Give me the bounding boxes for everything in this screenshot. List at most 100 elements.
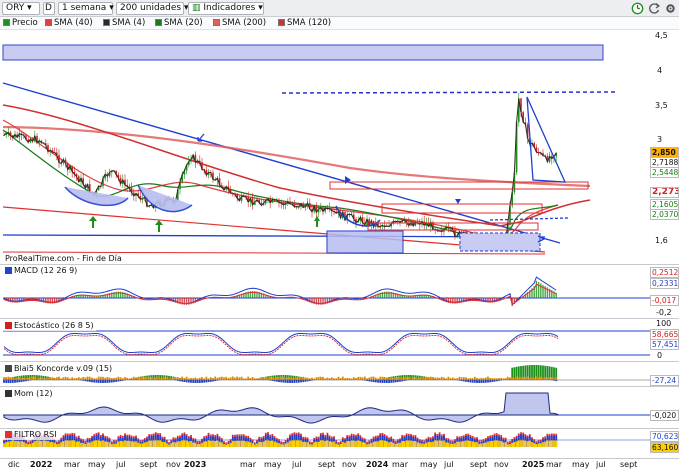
koncorde-orange-bar [539, 376, 542, 380]
x-axis-label: jul [444, 460, 454, 469]
rsi-yellow-bar [522, 439, 525, 447]
momentum-area[interactable] [3, 392, 559, 424]
koncorde-orange-bar [282, 376, 285, 380]
koncorde-orange-bar [137, 376, 140, 380]
koncorde-orange-bar [447, 376, 450, 380]
koncorde-orange-bar [214, 376, 217, 380]
koncorde-orange-bar [185, 376, 188, 380]
koncorde-orange-bar [99, 376, 102, 380]
rsi-yellow-bar [62, 441, 65, 447]
panel-title-macd[interactable]: MACD (12 26 9) [3, 266, 80, 276]
chart-canvas[interactable] [0, 0, 679, 471]
koncorde-blue-bar [102, 380, 104, 383]
rsi-filter-panel[interactable] [3, 432, 650, 447]
rsi-yellow-bar [71, 439, 74, 447]
koncorde-orange-bar [289, 377, 291, 380]
trading-chart-window: { "toolbar":{"ticker":"ORY","timeframe":… [0, 0, 679, 471]
koncorde-blue-bar [286, 380, 289, 383]
koncorde-orange-bar [143, 376, 146, 380]
zone-rectangle[interactable] [326, 230, 404, 254]
koncorde-orange-bar [88, 376, 91, 380]
koncorde-blue-bar [5, 380, 8, 383]
panel-separator[interactable] [0, 264, 679, 265]
macd-histogram[interactable] [3, 280, 557, 307]
x-axis-label: jul [292, 460, 302, 469]
rsi-yellow-bar [117, 441, 120, 447]
koncorde-orange-bar [368, 377, 371, 380]
pennant-pattern[interactable] [526, 96, 567, 183]
rsi-yellow-bar [553, 440, 555, 447]
rsi-yellow-bar [218, 441, 221, 447]
panel-title-rsi[interactable]: FILTRO RSI [3, 430, 59, 440]
panel-separator[interactable] [0, 318, 679, 319]
koncorde-orange-bar [251, 376, 254, 380]
panel-title-label: Mom (12) [14, 389, 53, 398]
zone-rectangle-dashed[interactable] [459, 232, 541, 252]
rsi-yellow-bar [33, 441, 36, 447]
rsi-yellow-bar [163, 441, 166, 447]
koncorde-blue-bar [478, 380, 481, 383]
rsi-yellow-bar [139, 443, 142, 447]
koncorde-orange-bar [517, 377, 520, 380]
koncorde-orange-bar [550, 376, 553, 380]
zone-rectangle[interactable] [2, 44, 604, 61]
koncorde-orange-bar [443, 377, 445, 380]
sma200-line[interactable] [2, 125, 591, 188]
koncorde-orange-bar [141, 376, 144, 380]
rsi-yellow-bar [295, 439, 298, 447]
koncorde-orange-bar [361, 377, 364, 380]
rsi-yellow-bar [245, 441, 247, 447]
rsi-yellow-bar [286, 442, 289, 447]
panel-separator[interactable] [0, 386, 679, 387]
koncorde-orange-bar [319, 376, 322, 380]
koncorde-orange-bar [396, 377, 399, 380]
koncorde-orange-bar [489, 377, 492, 380]
koncorde-blue-bar [205, 380, 208, 383]
cup-pattern-2[interactable] [137, 184, 193, 213]
koncorde-blue-bar [108, 380, 111, 383]
rsi-yellow-bar [113, 443, 115, 447]
koncorde-blue-bar [469, 380, 472, 383]
koncorde-orange-bar [418, 377, 421, 380]
koncorde-orange-bar [304, 377, 307, 380]
koncorde-orange-bar [425, 376, 428, 380]
descending-trendline[interactable] [2, 82, 561, 244]
panel-separator[interactable] [0, 428, 679, 429]
rsi-yellow-bar [306, 442, 309, 447]
x-axis-label: 2022 [30, 460, 53, 469]
koncorde-orange-bar [119, 377, 122, 380]
rsi-yellow-bar [172, 442, 175, 447]
rsi-yellow-bar [372, 441, 375, 447]
rsi-yellow-bar [159, 440, 162, 447]
resistance-dashed-line[interactable] [281, 91, 619, 94]
macd-signal-line[interactable] [3, 283, 557, 306]
panel-separator[interactable] [0, 361, 679, 362]
rsi-yellow-bar [212, 440, 214, 447]
rsi-yellow-bar [322, 439, 324, 447]
panel-title-momentum[interactable]: Mom (12) [3, 389, 55, 399]
koncorde-orange-bar [139, 377, 142, 380]
koncorde-orange-bar [49, 377, 52, 380]
koncorde-orange-bar [198, 377, 201, 380]
sma40-line[interactable] [2, 119, 559, 238]
rsi-yellow-bar [207, 439, 210, 447]
rsi-yellow-bar [407, 440, 410, 447]
rsi-yellow-bar [493, 440, 496, 447]
stochastic-panel [3, 330, 650, 356]
rsi-yellow-bar [51, 442, 54, 447]
panel-swatch [5, 390, 12, 397]
macd-panel [3, 276, 650, 307]
panel-title-koncorde[interactable]: Blai5 Koncorde v.09 (15) [3, 364, 115, 374]
koncorde-orange-bar [40, 377, 43, 380]
rsi-yellow-bar [467, 440, 470, 447]
panel-title-stochastic[interactable]: Estocástico (26 8 5) [3, 321, 96, 331]
sma4-line[interactable] [3, 98, 557, 247]
koncorde-orange-bar [146, 376, 148, 380]
rsi-yellow-bar [555, 440, 558, 447]
rsi-yellow-bar [469, 440, 472, 447]
price-candles[interactable] [3, 92, 557, 251]
rsi-yellow-bar [517, 440, 520, 447]
koncorde-orange-bar [555, 377, 558, 380]
rsi-yellow-bar [392, 442, 395, 447]
rsi-yellow-bar [44, 440, 47, 447]
